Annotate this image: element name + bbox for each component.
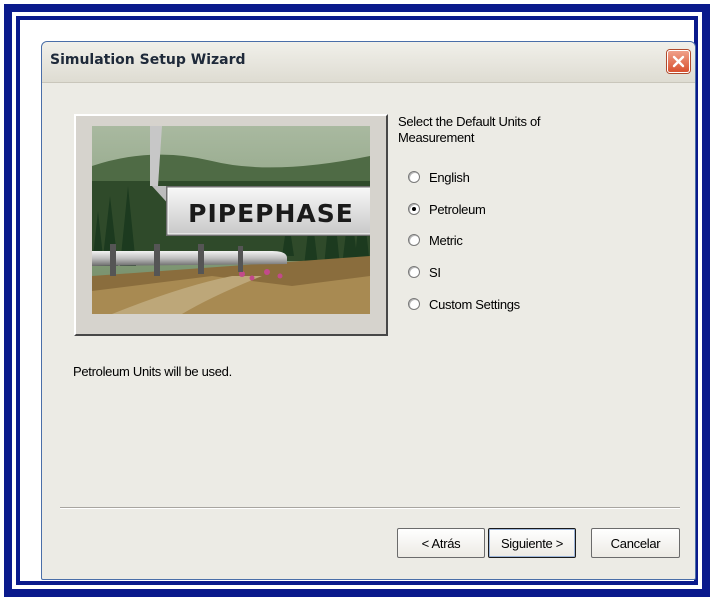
radio-label: English [429, 169, 470, 185]
radio-si[interactable]: SI [408, 263, 441, 281]
radio-english[interactable]: English [408, 168, 470, 186]
radio-button[interactable] [408, 234, 420, 246]
radio-label: Petroleum [429, 201, 486, 217]
radio-petroleum[interactable]: Petroleum [408, 200, 486, 218]
close-button[interactable] [667, 50, 690, 73]
title-bar[interactable]: Simulation Setup Wizard [42, 42, 695, 83]
radio-label: SI [429, 264, 441, 280]
product-image-frame: PIPEPHASE [74, 114, 388, 336]
close-icon [672, 55, 685, 68]
radio-button[interactable] [408, 266, 420, 278]
radio-custom-settings[interactable]: Custom Settings [408, 295, 520, 313]
pipeline-photo: PIPEPHASE [92, 126, 370, 314]
radio-label: Metric [429, 232, 463, 248]
radio-label: Custom Settings [429, 296, 520, 312]
cancel-button[interactable]: Cancelar [591, 528, 680, 558]
units-prompt: Select the Default Units of Measurement [398, 114, 541, 145]
window-title: Simulation Setup Wizard [50, 52, 246, 68]
radio-metric[interactable]: Metric [408, 231, 463, 249]
back-button[interactable]: < Atrás [397, 528, 485, 558]
product-logo-text: PIPEPHASE [188, 199, 354, 228]
next-button[interactable]: Siguiente > [488, 528, 576, 558]
status-message: Petroleum Units will be used. [73, 364, 232, 379]
radio-button[interactable] [408, 203, 420, 215]
radio-button[interactable] [408, 298, 420, 310]
wizard-dialog: Simulation Setup Wizard PIPEPHASE Select… [41, 41, 696, 580]
radio-button[interactable] [408, 171, 420, 183]
button-separator [60, 507, 680, 509]
